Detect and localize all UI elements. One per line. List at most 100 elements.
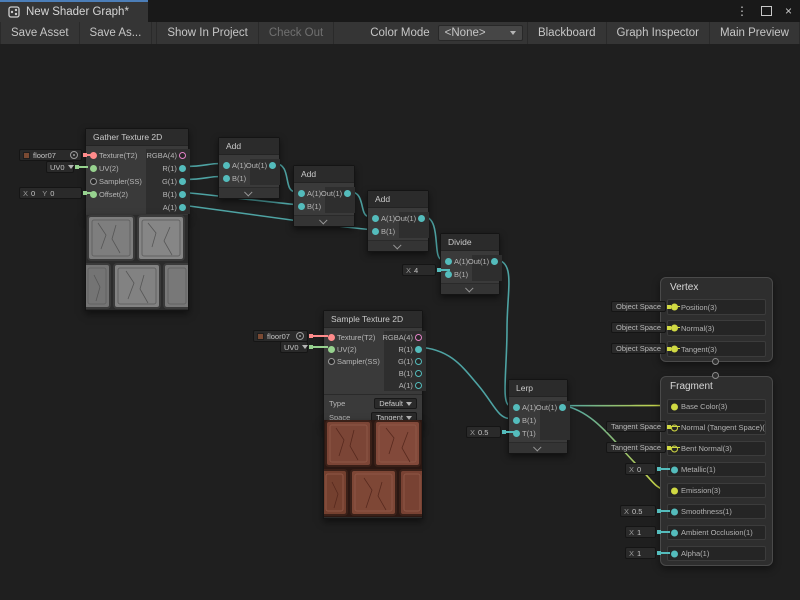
- blackboard-toggle[interactable]: Blackboard: [527, 22, 607, 44]
- tab-title: New Shader Graph*: [26, 6, 129, 18]
- port-a[interactable]: [513, 404, 520, 411]
- collapse-chevron[interactable]: [294, 215, 354, 226]
- node-title: Lerp: [509, 380, 567, 397]
- shader-graph-window: New Shader Graph* ⋮ × Save Asset Save As…: [0, 0, 800, 600]
- port-a[interactable]: [179, 204, 186, 211]
- main-preview-toggle[interactable]: Main Preview: [710, 22, 800, 44]
- port-b[interactable]: [445, 271, 452, 278]
- port-b[interactable]: [298, 203, 305, 210]
- divide-b-float-field[interactable]: X 4: [402, 264, 436, 276]
- lerp-t-float-field[interactable]: X 0.5: [466, 426, 501, 438]
- port-emission[interactable]: [671, 487, 678, 494]
- port-out[interactable]: [559, 404, 566, 411]
- kebab-menu-icon[interactable]: ⋮: [736, 0, 748, 22]
- port-b[interactable]: [372, 228, 379, 235]
- node-add-1[interactable]: Add A(1) B(1) Out(1): [218, 137, 280, 199]
- check-out-button: Check Out: [259, 22, 334, 44]
- space-tag: Object Space: [611, 322, 666, 333]
- node-gather-texture-2d[interactable]: Gather Texture 2D Texture(T2) UV(2) Samp…: [85, 128, 189, 218]
- port-b[interactable]: [513, 417, 520, 424]
- port-a[interactable]: [298, 190, 305, 197]
- graph-inspector-toggle[interactable]: Graph Inspector: [607, 22, 710, 44]
- collapse-chevron[interactable]: [219, 187, 279, 198]
- port-r[interactable]: [179, 165, 186, 172]
- port-label: R(1): [162, 164, 177, 173]
- tab-new-shader-graph[interactable]: New Shader Graph*: [0, 0, 148, 22]
- port-r[interactable]: [415, 346, 422, 353]
- port-label: B(1): [163, 190, 177, 199]
- port-rgba[interactable]: [179, 152, 186, 159]
- node-add-2[interactable]: Add A(1) B(1) Out(1): [293, 165, 355, 227]
- offset-y-value[interactable]: 0: [50, 189, 54, 198]
- port-ambient-occlusion[interactable]: [671, 529, 678, 536]
- texture-object-field[interactable]: floor07: [19, 149, 82, 161]
- node-lerp[interactable]: Lerp A(1) B(1) T(1) Out(1): [508, 379, 568, 454]
- node-sample-texture-2d[interactable]: Sample Texture 2D Texture(T2) UV(2) Samp…: [323, 310, 423, 427]
- collapse-chevron[interactable]: [509, 442, 567, 453]
- uv-channel-dropdown[interactable]: UV0: [46, 161, 74, 173]
- texture-name: floor07: [33, 151, 56, 160]
- port-label: RGBA(4): [147, 151, 177, 160]
- port-label: UV(2): [99, 164, 119, 173]
- save-as-button[interactable]: Save As...: [80, 22, 153, 44]
- port-label: Offset(2): [99, 190, 128, 199]
- node-title: Add: [219, 138, 279, 155]
- node-divide[interactable]: Divide A(1) B(1) Out(1): [440, 233, 500, 295]
- port-a[interactable]: [415, 382, 422, 389]
- alpha-float-field[interactable]: X 1: [625, 547, 656, 559]
- gather-texture-preview: [85, 215, 189, 311]
- smoothness-float-field[interactable]: X 0.5: [620, 505, 656, 517]
- color-mode-dropdown[interactable]: <None>: [438, 25, 523, 41]
- fragment-block[interactable]: Fragment Base Color(3) Normal (Tangent S…: [660, 376, 773, 566]
- port-label: Texture(T2): [99, 151, 137, 160]
- port-out[interactable]: [491, 258, 498, 265]
- uv-channel-dropdown[interactable]: UV0: [280, 341, 308, 353]
- port-a[interactable]: [445, 258, 452, 265]
- metallic-float-field[interactable]: X 0: [625, 463, 656, 475]
- port-out[interactable]: [344, 190, 351, 197]
- type-dropdown[interactable]: Default: [374, 398, 417, 409]
- collapse-chevron[interactable]: [368, 240, 428, 251]
- close-icon[interactable]: ×: [785, 0, 792, 22]
- graph-canvas[interactable]: Gather Texture 2D Texture(T2) UV(2) Samp…: [0, 44, 800, 600]
- port-rgba[interactable]: [415, 334, 422, 341]
- port-b[interactable]: [223, 175, 230, 182]
- save-asset-button[interactable]: Save Asset: [0, 22, 80, 44]
- chevron-down-icon: [302, 345, 308, 349]
- port-g[interactable]: [179, 178, 186, 185]
- port-alpha[interactable]: [671, 550, 678, 557]
- shader-graph-icon: [8, 6, 20, 18]
- wire-gather-g-to-add1-b[interactable]: [185, 177, 220, 180]
- port-label: A(1): [163, 203, 177, 212]
- port-base-color[interactable]: [671, 403, 678, 410]
- node-title: Add: [294, 166, 354, 183]
- port-b[interactable]: [179, 191, 186, 198]
- toolbar: Save Asset Save As... Show In Project Ch…: [0, 22, 800, 44]
- port-smoothness[interactable]: [671, 508, 678, 515]
- port-a[interactable]: [372, 215, 379, 222]
- port-out[interactable]: [418, 215, 425, 222]
- port-a[interactable]: [223, 162, 230, 169]
- offset-vector2-field[interactable]: X 0 Y 0: [19, 187, 82, 199]
- ambient-occlusion-float-field[interactable]: X 1: [625, 526, 656, 538]
- port-metallic[interactable]: [671, 466, 678, 473]
- port-texture[interactable]: [328, 334, 335, 341]
- offset-x-value[interactable]: 0: [31, 189, 35, 198]
- port-b[interactable]: [415, 370, 422, 377]
- target-picker-icon[interactable]: [70, 151, 78, 159]
- wire-sample-r-to-lerp-b[interactable]: [418, 347, 510, 419]
- show-in-project-button[interactable]: Show In Project: [156, 22, 259, 44]
- port-sampler[interactable]: [328, 358, 335, 365]
- node-add-3[interactable]: Add A(1) B(1) Out(1): [367, 190, 429, 252]
- wire-gather-r-to-add1-a[interactable]: [185, 164, 220, 167]
- collapse-chevron[interactable]: [441, 283, 499, 294]
- vertex-block[interactable]: Vertex Position(3) Normal(3) Tangent(3): [660, 277, 773, 362]
- color-mode-label: Color Mode: [362, 22, 437, 44]
- target-picker-icon[interactable]: [296, 332, 304, 340]
- port-uv[interactable]: [328, 346, 335, 353]
- maximize-icon[interactable]: [761, 6, 772, 16]
- port-uv[interactable]: [90, 165, 97, 172]
- port-g[interactable]: [415, 358, 422, 365]
- port-sampler[interactable]: [90, 178, 97, 185]
- port-out[interactable]: [269, 162, 276, 169]
